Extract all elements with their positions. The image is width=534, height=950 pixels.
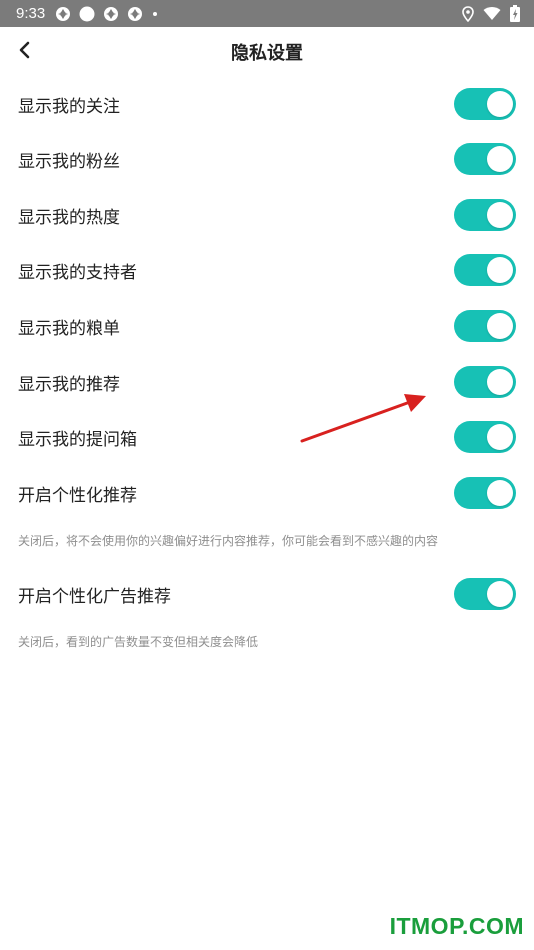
personalized-ads-hint: 关闭后，看到的广告数量不变但相关度会降低 [18,635,259,649]
setting-row-show-heat: 显示我的热度 [0,188,534,242]
chevron-left-icon [18,40,32,64]
toggle-knob [487,146,513,172]
show-food-list-toggle[interactable] [454,310,516,342]
toggle-knob [487,424,513,450]
header: 隐私设置 [0,27,534,77]
status-right-icons [462,5,520,22]
personalized-recommend-toggle[interactable] [454,477,516,509]
setting-label: 显示我的关注 [18,96,120,117]
setting-row-show-following: 显示我的关注 [0,77,534,131]
toggle-knob [487,369,513,395]
show-supporters-toggle[interactable] [454,254,516,286]
setting-row-show-fans: 显示我的粉丝 [0,132,534,186]
circle-icon [79,6,95,22]
show-following-toggle[interactable] [454,88,516,120]
setting-label: 显示我的提问箱 [18,429,137,450]
annotation-arrow-icon [300,394,426,443]
toggle-knob [487,91,513,117]
watermark: ITMOP.COM [389,913,524,939]
toggle-knob [487,257,513,283]
toggle-knob [487,313,513,339]
setting-row-show-question-box: 显示我的提问箱 [0,410,534,464]
setting-label: 显示我的粮单 [18,318,120,339]
setting-row-personalized-ads: 开启个性化广告推荐 [0,567,534,621]
wifi-icon [483,6,501,21]
setting-row-show-food-list: 显示我的粮单 [0,299,534,353]
toggle-knob [487,581,513,607]
show-recommend-toggle[interactable] [454,366,516,398]
show-heat-toggle[interactable] [454,199,516,231]
setting-label: 显示我的热度 [18,207,120,228]
toggle-knob [487,202,513,228]
setting-row-show-supporters: 显示我的支持者 [0,243,534,297]
back-button[interactable] [10,37,40,67]
dot-icon [151,6,159,22]
show-fans-toggle[interactable] [454,143,516,175]
setting-row-personalized-recommend: 开启个性化推荐 [0,466,534,520]
setting-label: 开启个性化广告推荐 [18,586,171,607]
show-question-box-toggle[interactable] [454,421,516,453]
status-bar: 9:33 [0,0,534,27]
toggle-knob [487,480,513,506]
aperture-icon [103,6,119,22]
aperture-icon [127,6,143,22]
personalized-recommend-hint: 关闭后，将不会使用你的兴趣偏好进行内容推荐，你可能会看到不感兴趣的内容 [18,534,439,548]
setting-label: 显示我的支持者 [18,262,137,283]
status-time: 9:33 [16,5,46,22]
setting-label: 显示我的粉丝 [18,151,120,172]
battery-charging-icon [510,5,520,22]
page-title: 隐私设置 [231,43,303,64]
setting-label: 开启个性化推荐 [18,485,137,506]
location-icon [462,5,474,22]
status-left-icons [55,6,159,22]
setting-row-show-recommend: 显示我的推荐 [0,355,534,409]
aperture-icon [55,6,71,22]
personalized-ads-toggle[interactable] [454,578,516,610]
setting-label: 显示我的推荐 [18,374,120,395]
